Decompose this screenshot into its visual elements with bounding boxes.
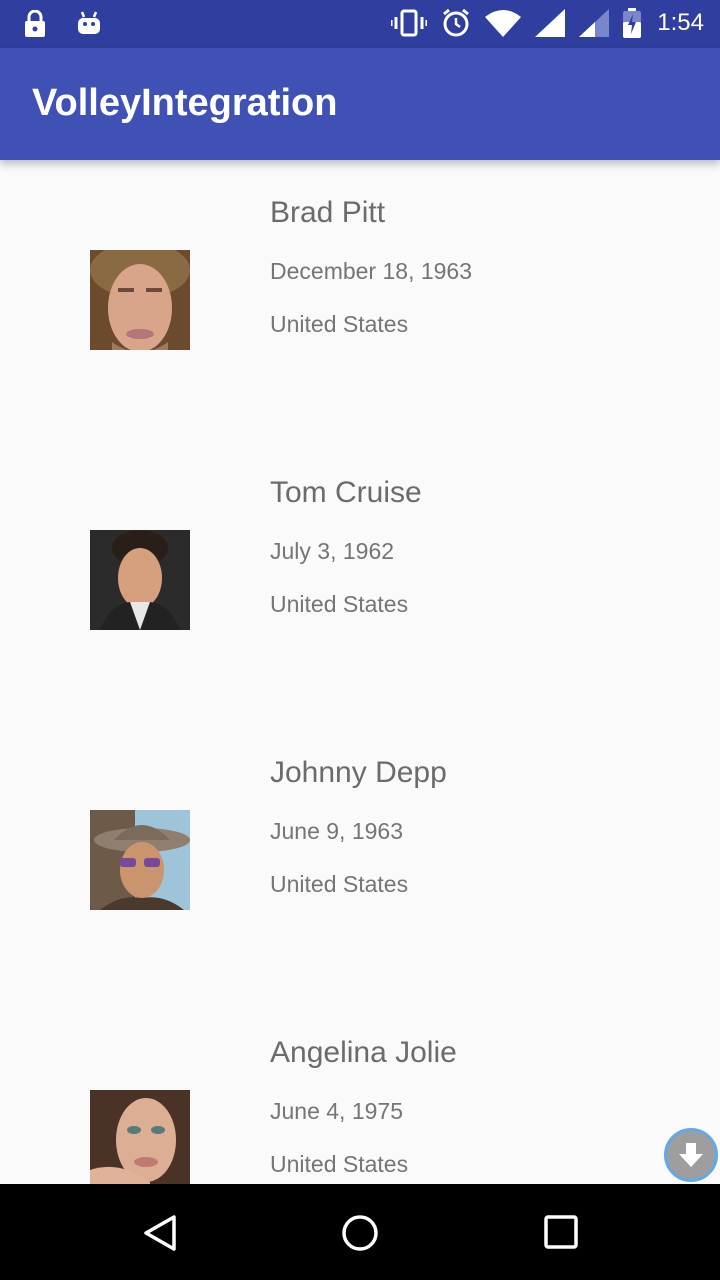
battery-icon <box>623 8 642 38</box>
person-country: United States <box>270 871 409 897</box>
person-name: Johnny Depp <box>270 756 447 789</box>
list-item[interactable]: Tom Cruise July 3, 1962 United States <box>0 440 720 720</box>
person-photo <box>90 530 190 630</box>
person-dob: June 4, 1975 <box>270 1098 404 1124</box>
person-name: Brad Pitt <box>270 196 386 229</box>
lock-icon <box>22 10 48 38</box>
list-item[interactable]: Brad Pitt December 18, 1963 United State… <box>0 160 720 440</box>
person-list[interactable]: Brad Pitt December 18, 1963 United State… <box>0 160 720 1184</box>
person-photo <box>90 810 190 910</box>
list-item[interactable]: Johnny Depp June 9, 1963 United States <box>0 720 720 1000</box>
person-name: Tom Cruise <box>270 476 422 509</box>
person-country: United States <box>270 591 409 617</box>
navigation-bar <box>0 1184 720 1280</box>
person-dob: June 9, 1963 <box>270 818 404 844</box>
person-country: United States <box>270 1151 409 1177</box>
status-bar: 1:54 <box>0 0 720 48</box>
vibrate-icon <box>391 9 428 37</box>
status-time: 1:54 <box>657 9 704 36</box>
android-icon <box>76 10 102 38</box>
home-icon[interactable] <box>341 1214 379 1256</box>
signal-icon <box>535 9 566 37</box>
recents-icon[interactable] <box>543 1214 579 1254</box>
person-country: United States <box>270 311 409 337</box>
alarm-icon <box>441 8 471 38</box>
person-dob: July 3, 1962 <box>270 538 395 564</box>
person-photo <box>90 250 190 350</box>
person-photo <box>90 1090 190 1184</box>
download-button[interactable] <box>664 1128 718 1182</box>
wifi-icon <box>485 9 522 37</box>
list-item[interactable]: Angelina Jolie June 4, 1975 United State… <box>0 1000 720 1184</box>
person-dob: December 18, 1963 <box>270 258 473 284</box>
back-icon[interactable] <box>142 1214 178 1256</box>
signal-weak-icon <box>579 9 610 37</box>
app-title: VolleyIntegration <box>32 82 338 124</box>
app-bar: VolleyIntegration <box>0 48 720 160</box>
person-name: Angelina Jolie <box>270 1036 457 1069</box>
